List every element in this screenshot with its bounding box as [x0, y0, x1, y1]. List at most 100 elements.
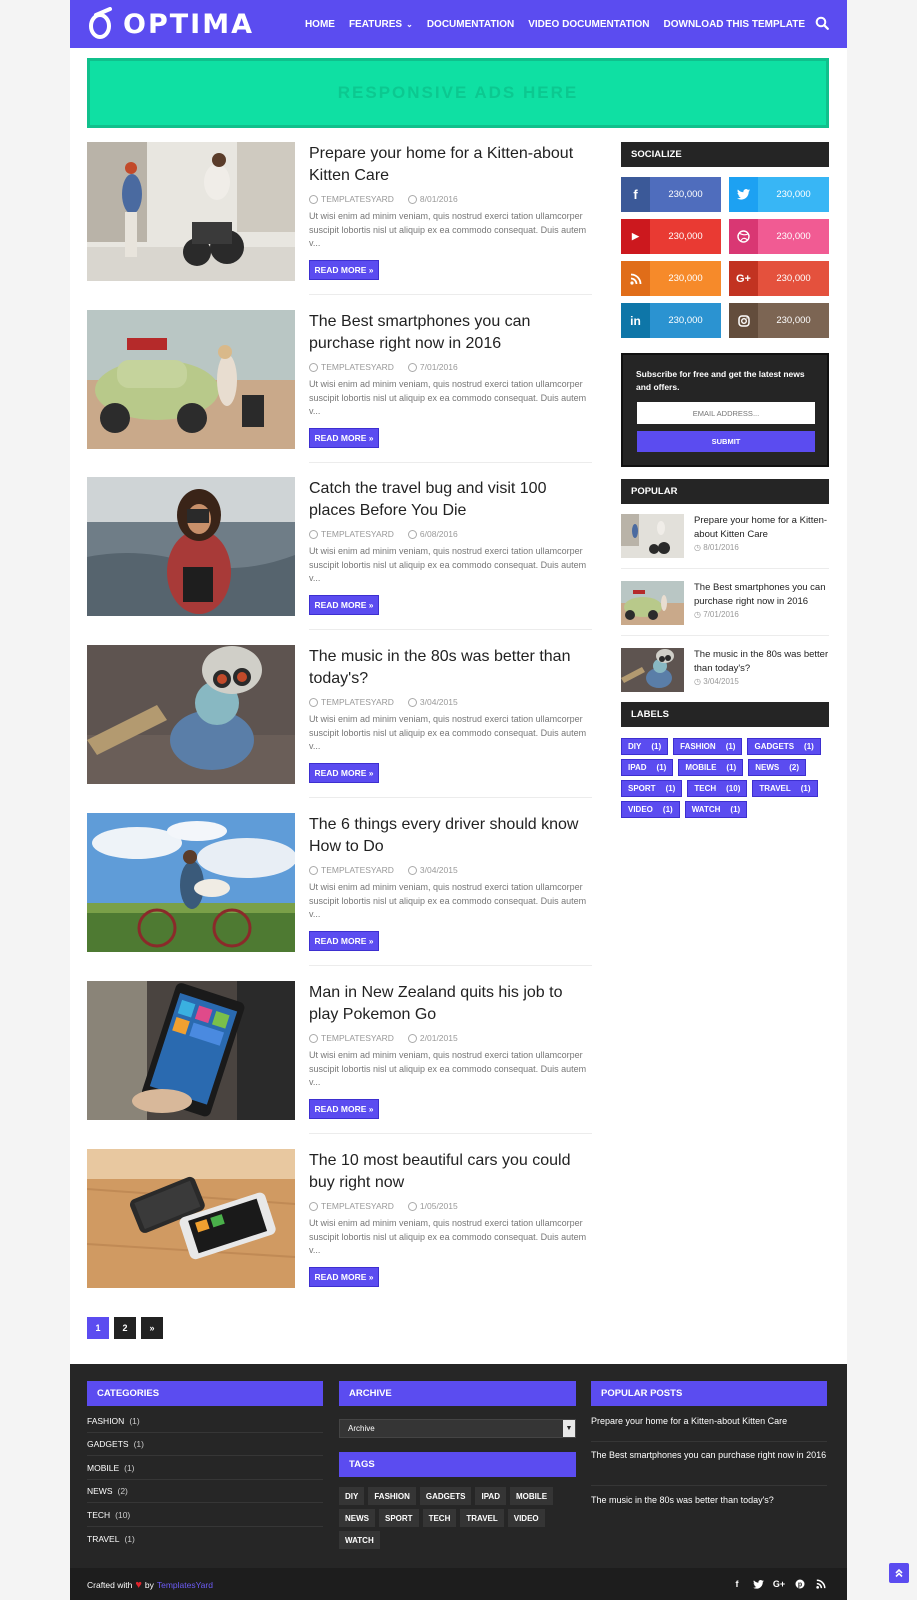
tag-tech[interactable]: TECH	[422, 1509, 457, 1527]
popular-date-text: 3/04/2015	[703, 677, 739, 686]
category-gadgets[interactable]: GADGETS (1)	[87, 1433, 323, 1456]
tag-video[interactable]: VIDEO	[507, 1509, 545, 1527]
tag-news[interactable]: NEWS	[339, 1509, 375, 1527]
label-fashion[interactable]: FASHION (1)	[673, 738, 743, 755]
label-diy[interactable]: DIY (1)	[621, 738, 669, 755]
footer-popular-link[interactable]: The music in the 80s was better than tod…	[591, 1495, 827, 1507]
back-to-top-button[interactable]	[889, 1563, 909, 1583]
nav-download-template[interactable]: DOWNLOAD THIS TEMPLATE	[664, 19, 805, 30]
post-author[interactable]: TEMPLATESYARD	[321, 1201, 394, 1211]
post-author[interactable]: TEMPLATESYARD	[321, 865, 394, 875]
google-plus-counter[interactable]: G+ 230,000	[729, 261, 829, 296]
footer-popular-link[interactable]: Prepare your home for a Kitten-about Kit…	[591, 1416, 827, 1428]
footer-popular-link[interactable]: The Best smartphones you can purchase ri…	[591, 1450, 827, 1462]
facebook-counter[interactable]: f 230,000	[621, 177, 721, 212]
post-author[interactable]: TEMPLATESYARD	[321, 697, 394, 707]
post-thumbnail[interactable]	[87, 477, 295, 616]
read-more-button[interactable]: READ MORE »	[309, 763, 379, 783]
category-fashion[interactable]: FASHION (1)	[87, 1410, 323, 1433]
tag-gadgets[interactable]: GADGETS	[419, 1487, 472, 1505]
label-ipad[interactable]: IPAD (1)	[621, 759, 674, 776]
google-plus-icon[interactable]: G+	[773, 1578, 785, 1590]
label-tech[interactable]: TECH (10)	[687, 780, 748, 797]
category-travel[interactable]: TRAVEL (1)	[87, 1527, 323, 1550]
post-divider	[309, 294, 592, 295]
post-title[interactable]: The 10 most beautiful cars you could buy…	[309, 1150, 591, 1194]
read-more-button[interactable]: READ MORE »	[309, 428, 379, 448]
post-title[interactable]: Prepare your home for a Kitten-about Kit…	[309, 143, 591, 187]
popular-title[interactable]: Prepare your home for a Kitten-about Kit…	[694, 514, 829, 541]
twitter-counter[interactable]: 230,000	[729, 177, 829, 212]
rss-counter[interactable]: 230,000	[621, 261, 721, 296]
post-thumbnail[interactable]	[87, 1149, 295, 1288]
label-travel[interactable]: TRAVEL (1)	[752, 780, 818, 797]
facebook-icon[interactable]: f	[731, 1578, 743, 1590]
nav-features[interactable]: FEATURES ⌄	[349, 19, 413, 30]
popular-thumbnail[interactable]	[621, 581, 684, 625]
label-mobile[interactable]: MOBILE (1)	[678, 759, 744, 776]
post-thumbnail[interactable]	[87, 981, 295, 1120]
tag-watch[interactable]: WATCH	[339, 1531, 380, 1549]
page-button-1[interactable]: 1	[87, 1317, 109, 1339]
next-page-button[interactable]: »	[141, 1317, 163, 1339]
post-title[interactable]: The music in the 80s was better than tod…	[309, 646, 591, 690]
read-more-button[interactable]: READ MORE »	[309, 1267, 379, 1287]
post-title[interactable]: Man in New Zealand quits his job to play…	[309, 982, 591, 1026]
ad-banner[interactable]: RESPONSIVE ADS HERE	[87, 58, 829, 128]
post-author[interactable]: TEMPLATESYARD	[321, 194, 394, 204]
post-thumbnail[interactable]	[87, 142, 295, 281]
tag-travel[interactable]: TRAVEL	[460, 1509, 504, 1527]
tag-diy[interactable]: DIY	[339, 1487, 365, 1505]
dribbble-counter[interactable]: 230,000	[729, 219, 829, 254]
nav-documentation[interactable]: DOCUMENTATION	[427, 19, 514, 30]
category-name: TECH	[87, 1510, 111, 1520]
instagram-counter[interactable]: 230,000	[729, 303, 829, 338]
credit-link[interactable]: TemplatesYard	[157, 1580, 213, 1590]
category-news[interactable]: NEWS (2)	[87, 1480, 323, 1503]
twitter-icon[interactable]	[752, 1578, 764, 1590]
site-logo[interactable]: OPTIMA	[88, 6, 254, 42]
popular-thumbnail[interactable]	[621, 514, 684, 558]
post-author[interactable]: TEMPLATESYARD	[321, 1033, 394, 1043]
post-title[interactable]: Catch the travel bug and visit 100 place…	[309, 478, 591, 522]
post-author[interactable]: TEMPLATESYARD	[321, 529, 394, 539]
submit-button[interactable]: SUBMIT	[637, 431, 815, 452]
label-watch[interactable]: WATCH (1)	[684, 801, 748, 818]
youtube-counter[interactable]: ▶ 230,000	[621, 219, 721, 254]
read-more-button[interactable]: READ MORE »	[309, 1099, 379, 1119]
popular-title[interactable]: The Best smartphones you can purchase ri…	[694, 581, 829, 608]
label-gadgets[interactable]: GADGETS (1)	[747, 738, 821, 755]
rss-icon[interactable]	[815, 1578, 827, 1590]
post-thumbnail[interactable]	[87, 310, 295, 449]
tag-sport[interactable]: SPORT	[379, 1509, 419, 1527]
popular-item[interactable]: The music in the 80s was better than tod…	[621, 648, 829, 708]
pinterest-icon[interactable]: p	[794, 1578, 806, 1590]
popular-item[interactable]: The Best smartphones you can purchase ri…	[621, 581, 829, 641]
post-title[interactable]: The Best smartphones you can purchase ri…	[309, 311, 591, 355]
category-tech[interactable]: TECH (10)	[87, 1504, 323, 1527]
popular-item[interactable]: Prepare your home for a Kitten-about Kit…	[621, 514, 829, 574]
search-icon[interactable]	[815, 16, 829, 30]
label-video[interactable]: VIDEO (1)	[621, 801, 680, 818]
popular-thumbnail[interactable]	[621, 648, 684, 692]
email-field[interactable]	[637, 402, 815, 424]
page-button-2[interactable]: 2	[114, 1317, 136, 1339]
post-thumbnail[interactable]	[87, 813, 295, 952]
post-author[interactable]: TEMPLATESYARD	[321, 362, 394, 372]
read-more-button[interactable]: READ MORE »	[309, 595, 379, 615]
tag-fashion[interactable]: FASHION	[368, 1487, 416, 1505]
tag-mobile[interactable]: MOBILE	[510, 1487, 554, 1505]
post-title[interactable]: The 6 things every driver should know Ho…	[309, 814, 591, 858]
label-news[interactable]: NEWS (2)	[748, 759, 806, 776]
read-more-button[interactable]: READ MORE »	[309, 260, 379, 280]
linkedin-counter[interactable]: in 230,000	[621, 303, 721, 338]
read-more-button[interactable]: READ MORE »	[309, 931, 379, 951]
popular-title[interactable]: The music in the 80s was better than tod…	[694, 648, 829, 675]
tag-ipad[interactable]: IPAD	[475, 1487, 506, 1505]
nav-home[interactable]: HOME	[305, 19, 335, 30]
archive-select[interactable]: Archive ▼	[339, 1419, 576, 1438]
nav-video-documentation[interactable]: VIDEO DOCUMENTATION	[528, 19, 649, 30]
post-thumbnail[interactable]	[87, 645, 295, 784]
label-sport[interactable]: SPORT (1)	[621, 780, 683, 797]
category-mobile[interactable]: MOBILE (1)	[87, 1457, 323, 1480]
